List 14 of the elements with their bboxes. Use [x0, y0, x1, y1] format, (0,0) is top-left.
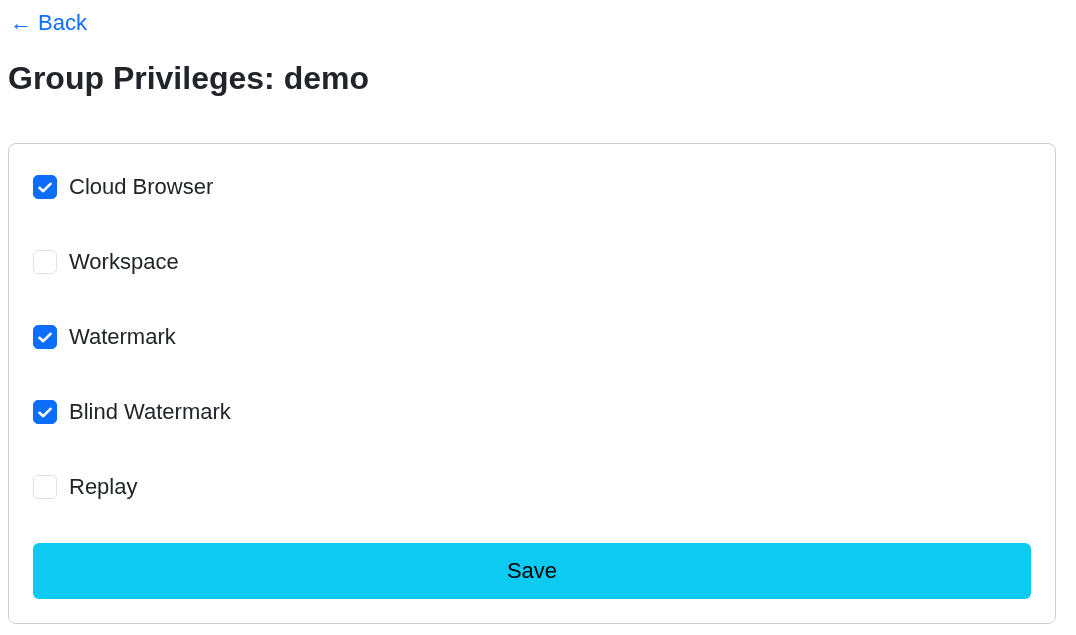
privilege-label[interactable]: Cloud Browser — [69, 172, 214, 202]
back-link[interactable]: ← Back — [10, 7, 88, 39]
check-icon — [38, 331, 52, 343]
privilege-label[interactable]: Blind Watermark — [69, 397, 231, 427]
save-button[interactable]: Save — [33, 543, 1031, 599]
privilege-label[interactable]: Workspace — [69, 247, 179, 277]
checkbox[interactable] — [33, 325, 57, 349]
checkbox[interactable] — [33, 400, 57, 424]
page-title: Group Privileges: demo — [8, 59, 369, 98]
check-icon — [38, 181, 52, 193]
check-icon — [38, 406, 52, 418]
privilege-label[interactable]: Replay — [69, 472, 138, 502]
checkbox[interactable] — [33, 175, 57, 199]
privilege-label[interactable]: Watermark — [69, 322, 176, 352]
